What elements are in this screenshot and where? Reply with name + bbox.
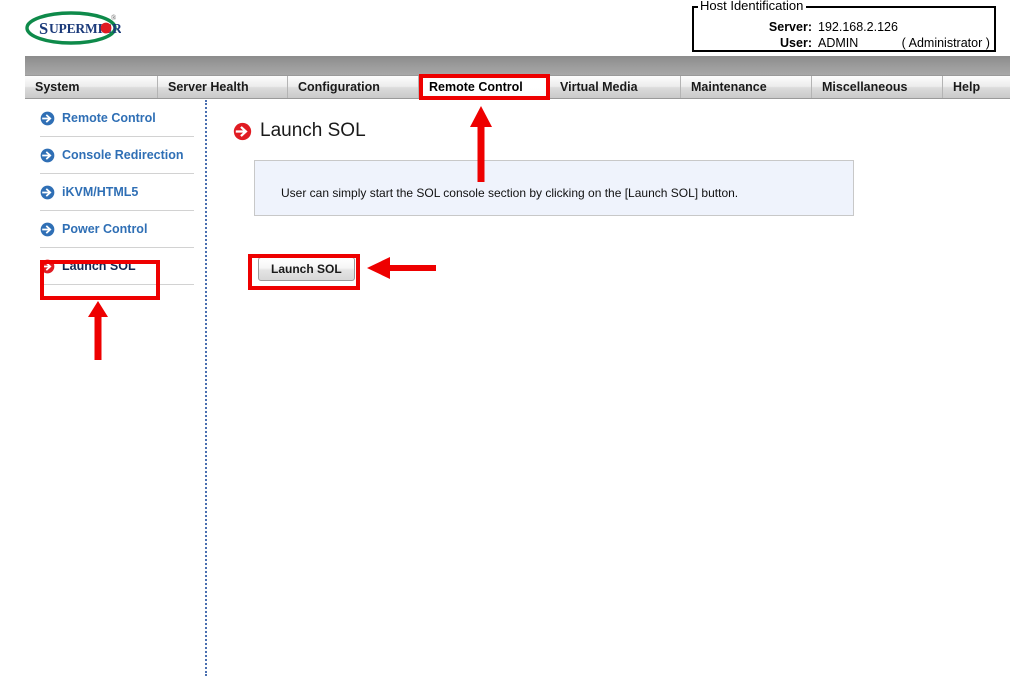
server-label: Server:: [768, 20, 812, 34]
sidebar-item-label: Power Control: [62, 222, 148, 236]
page-title: Launch SOL: [233, 120, 366, 142]
sidebar-item-label: Remote Control: [62, 111, 156, 125]
circle-arrow-icon: [40, 111, 55, 125]
menu-item-remote-control[interactable]: Remote Control: [419, 76, 550, 98]
host-identification-table: Server: 192.168.2.126 User: ADMIN ( Admi…: [694, 19, 994, 51]
info-panel-text: User can simply start the SOL console se…: [281, 186, 739, 200]
sidebar-item-remote-control[interactable]: Remote Control: [40, 100, 194, 137]
circle-arrow-icon: [233, 122, 252, 140]
menu-item-virtual-media[interactable]: Virtual Media: [550, 76, 681, 98]
sidebar-item-console-redirection[interactable]: Console Redirection: [40, 137, 194, 174]
menu-item-maintenance[interactable]: Maintenance: [681, 76, 812, 98]
main-panel: Launch SOL User can simply start the SOL…: [207, 100, 1010, 676]
user-role: ( Administrator ): [901, 36, 990, 50]
menu-item-configuration[interactable]: Configuration: [288, 76, 419, 98]
page-header: S UPERMICR ® Host Identification Server:…: [0, 0, 1010, 56]
sidebar-item-power-control[interactable]: Power Control: [40, 211, 194, 248]
menu-item-help[interactable]: Help: [943, 76, 1009, 98]
sidebar: Remote Control Console Redirection iKVM/…: [0, 100, 207, 676]
sidebar-item-launch-sol[interactable]: Launch SOL: [40, 248, 194, 285]
svg-text:®: ®: [111, 14, 117, 22]
supermicro-logo: S UPERMICR ®: [25, 8, 121, 48]
user-value: ADMIN: [818, 36, 859, 50]
server-spacer: [902, 19, 994, 35]
supermicro-logo-svg: S UPERMICR ®: [25, 11, 121, 45]
sidebar-item-ikvm-html5[interactable]: iKVM/HTML5: [40, 174, 194, 211]
host-identification-panel: Host Identification Server: 192.168.2.12…: [692, 0, 996, 52]
page-content: Remote Control Console Redirection iKVM/…: [0, 100, 1010, 676]
page-title-text: Launch SOL: [260, 120, 366, 141]
menu-item-server-health[interactable]: Server Health: [158, 76, 288, 98]
sidebar-item-label: Console Redirection: [62, 148, 184, 162]
circle-arrow-icon: [40, 148, 55, 162]
server-value: 192.168.2.126: [818, 20, 898, 34]
svg-text:S: S: [39, 19, 48, 38]
info-panel: User can simply start the SOL console se…: [254, 160, 854, 216]
main-menu-bar[interactable]: System Server Health Configuration Remot…: [25, 75, 1010, 99]
sidebar-item-label: Launch SOL: [62, 259, 136, 273]
host-user-row: User: ADMIN ( Administrator ): [694, 35, 994, 51]
launch-sol-button[interactable]: Launch SOL: [258, 257, 355, 281]
circle-arrow-icon: [40, 185, 55, 199]
host-server-row: Server: 192.168.2.126: [694, 19, 994, 35]
sidebar-item-label: iKVM/HTML5: [62, 185, 139, 199]
host-identification-legend: Host Identification: [698, 0, 807, 13]
circle-arrow-icon: [40, 259, 55, 273]
header-gray-band: [25, 56, 1010, 75]
circle-arrow-icon: [40, 222, 55, 236]
menu-item-miscellaneous[interactable]: Miscellaneous: [812, 76, 943, 98]
user-label: User:: [780, 36, 812, 50]
menu-item-system[interactable]: System: [25, 76, 158, 98]
